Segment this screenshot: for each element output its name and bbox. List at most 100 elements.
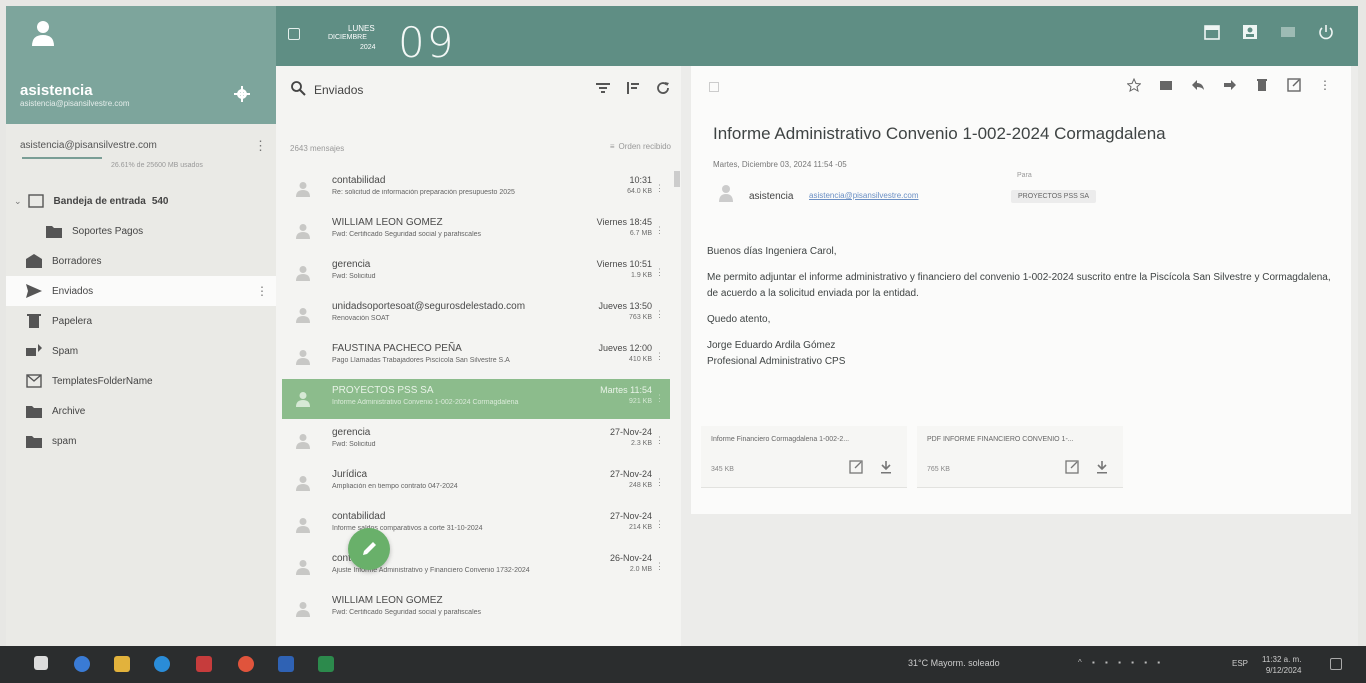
more-options-icon[interactable]: ⋮ [1319,78,1333,92]
message-row[interactable]: WILLIAM LEON GOMEZ Fwd: Certificado Segur… [282,211,670,251]
folder-sent[interactable]: Enviados ⋮ [6,276,276,306]
recipient-label: Para [1017,172,1032,179]
top-bar: LUNES DICIEMBRE 2024 09 [276,6,1358,67]
profile-header: asistencia asistencia@pisansilvestre.com [6,6,276,124]
compose-button[interactable] [348,528,390,570]
message-date: Martes 11:54 [600,385,652,395]
excel-icon[interactable] [318,656,334,672]
settings-gear-icon[interactable] [234,86,250,102]
message-menu-icon[interactable]: ⋮ [655,225,664,236]
download-icon[interactable] [879,460,893,474]
body-closing: Quedo atento, [707,314,771,325]
message-menu-icon[interactable]: ⋮ [655,351,664,362]
clock[interactable]: 11:32 a. m. 9/12/2024 [1262,654,1301,676]
message-row[interactable]: WILLIAM LEON GOMEZ Fwd: Certificado Segur… [282,589,670,629]
start-icon[interactable] [34,656,48,670]
acrobat-icon[interactable] [196,656,212,672]
profile-email: asistencia@pisansilvestre.com [20,99,130,108]
search-bar[interactable]: Enviados [276,66,681,114]
message-row[interactable]: gerencia Fwd: Solicitud Viernes 10:51 1.9 K… [282,253,670,293]
sort-icon[interactable] [625,80,641,96]
message-row[interactable]: gerencia Fwd: Solicitud 27-Nov-24 2.3 KB ⋮ [282,421,670,461]
sort-order-icon: ≡ [609,142,615,151]
message-row[interactable]: Jurídica Ampliación en tiempo contrato 04… [282,463,670,503]
message-menu-icon[interactable]: ⋮ [655,519,664,530]
open-attachment-icon[interactable] [849,460,863,474]
message-menu-icon[interactable]: ⋮ [655,477,664,488]
contacts-icon[interactable] [1242,24,1258,40]
folder-label: Papelera [52,315,93,327]
notifications-icon[interactable] [1330,658,1342,670]
message-sender: contabilidad [332,175,386,186]
chrome-icon[interactable] [238,656,254,672]
refresh-icon[interactable] [655,80,671,96]
assistant-icon[interactable] [74,656,90,672]
star-icon[interactable] [1127,78,1141,92]
open-attachment-icon[interactable] [1065,460,1079,474]
reading-pane: ⋮ Informe Administrativo Convenio 1-002-… [691,66,1351,514]
attachment-card[interactable]: Informe Financiero Cormagdalena 1-002-2.… [701,426,907,488]
message-menu-icon[interactable]: ⋮ [655,435,664,446]
attachment-size: 345 KB [711,466,734,473]
calendar-toggle-icon[interactable] [288,28,300,40]
message-menu-icon[interactable]: ⋮ [655,561,664,572]
system-tray-icons[interactable]: ^ ▪ ▪ ▪ ▪ ▪ ▪ [1078,658,1164,667]
message-row[interactable]: contabilidadAjuste Informe Administrativ… [282,547,670,587]
attachment-name: Informe Financiero Cormagdalena 1-002-2.… [711,436,850,443]
chevron-down-icon[interactable]: ⌄ [14,196,22,207]
select-checkbox[interactable] [709,82,719,92]
message-date: 27-Nov-24 [609,469,652,479]
message-menu-icon[interactable]: ⋮ [655,309,664,320]
search-icon[interactable] [290,80,306,96]
account-email[interactable]: asistencia@pisansilvestre.com [20,140,260,151]
message-row[interactable]: PROYECTOS PSS SA Informe Administrativo C… [282,379,670,419]
send-icon [26,284,42,298]
edge-icon[interactable] [154,656,170,672]
message-row[interactable]: unidadsoportesoat@segurosdelestado.com Re… [282,295,670,335]
power-icon[interactable] [1318,24,1334,40]
folder-menu-icon[interactable]: ⋮ [256,284,268,298]
folder-archive[interactable]: Archive [6,396,276,426]
word-icon[interactable] [278,656,294,672]
sender-email-link[interactable]: asistencia@pisansilvestre.com [809,191,919,200]
folder-spam[interactable]: Spam [6,336,276,366]
delete-icon[interactable] [1255,78,1269,92]
weather-widget[interactable]: 31°C Mayorm. soleado [908,658,1000,668]
folder-label: spam [52,435,77,447]
forward-icon[interactable] [1223,78,1237,92]
attachment-card[interactable]: PDF INFORME FINANCIERO CONVENIO 1-... 76… [917,426,1123,488]
message-sender: gerencia [332,259,371,270]
file-explorer-icon[interactable] [114,656,130,672]
folder-drafts[interactable]: Borradores [6,246,276,276]
account-menu-icon[interactable]: ⋮ [254,138,267,154]
message-menu-icon[interactable]: ⋮ [655,183,664,194]
sort-order[interactable]: ≡ Orden recibido [610,142,671,151]
download-icon[interactable] [1095,460,1109,474]
message-sender: FAUSTINA PACHECO PEÑA [332,343,462,354]
search-input[interactable]: Enviados [314,83,363,97]
notes-icon[interactable] [1280,24,1296,40]
message-row[interactable]: contabilidad Informe saldos comparativos … [282,505,670,545]
message-row[interactable]: contabilidad Re: solicitud de información… [282,169,670,209]
recipient-chip[interactable]: PROYECTOS PSS SA [1011,190,1097,203]
open-new-window-icon[interactable] [1287,78,1301,92]
reply-icon[interactable] [1191,78,1205,92]
message-subject: Fwd: Certificado Seguridad social y para… [332,231,482,238]
folder-label: TemplatesFolderName [52,375,153,387]
folder-inbox[interactable]: ⌄ Bandeja de entrada 540 [6,186,276,216]
calendar-icon[interactable] [1204,24,1220,40]
folder-spam-custom[interactable]: spam [6,426,276,456]
folder-soportes-pagos[interactable]: Soportes Pagos [6,216,276,246]
folder-trash[interactable]: Papelera [6,306,276,336]
message-row[interactable]: FAUSTINA PACHECO PEÑA Pago Llamadas Traba… [282,337,670,377]
language-indicator[interactable]: ESP [1232,659,1248,668]
message-menu-icon[interactable]: ⋮ [655,267,664,278]
scrollbar-thumb[interactable] [674,171,680,187]
message-menu-icon[interactable]: ⋮ [655,393,664,404]
pencil-icon [363,542,376,555]
folder-templates[interactable]: TemplatesFolderName [6,366,276,396]
folder-icon [26,436,42,448]
message-size: 763 KB [629,314,652,321]
mark-icon[interactable] [1159,78,1173,92]
filter-icon[interactable] [595,80,611,96]
